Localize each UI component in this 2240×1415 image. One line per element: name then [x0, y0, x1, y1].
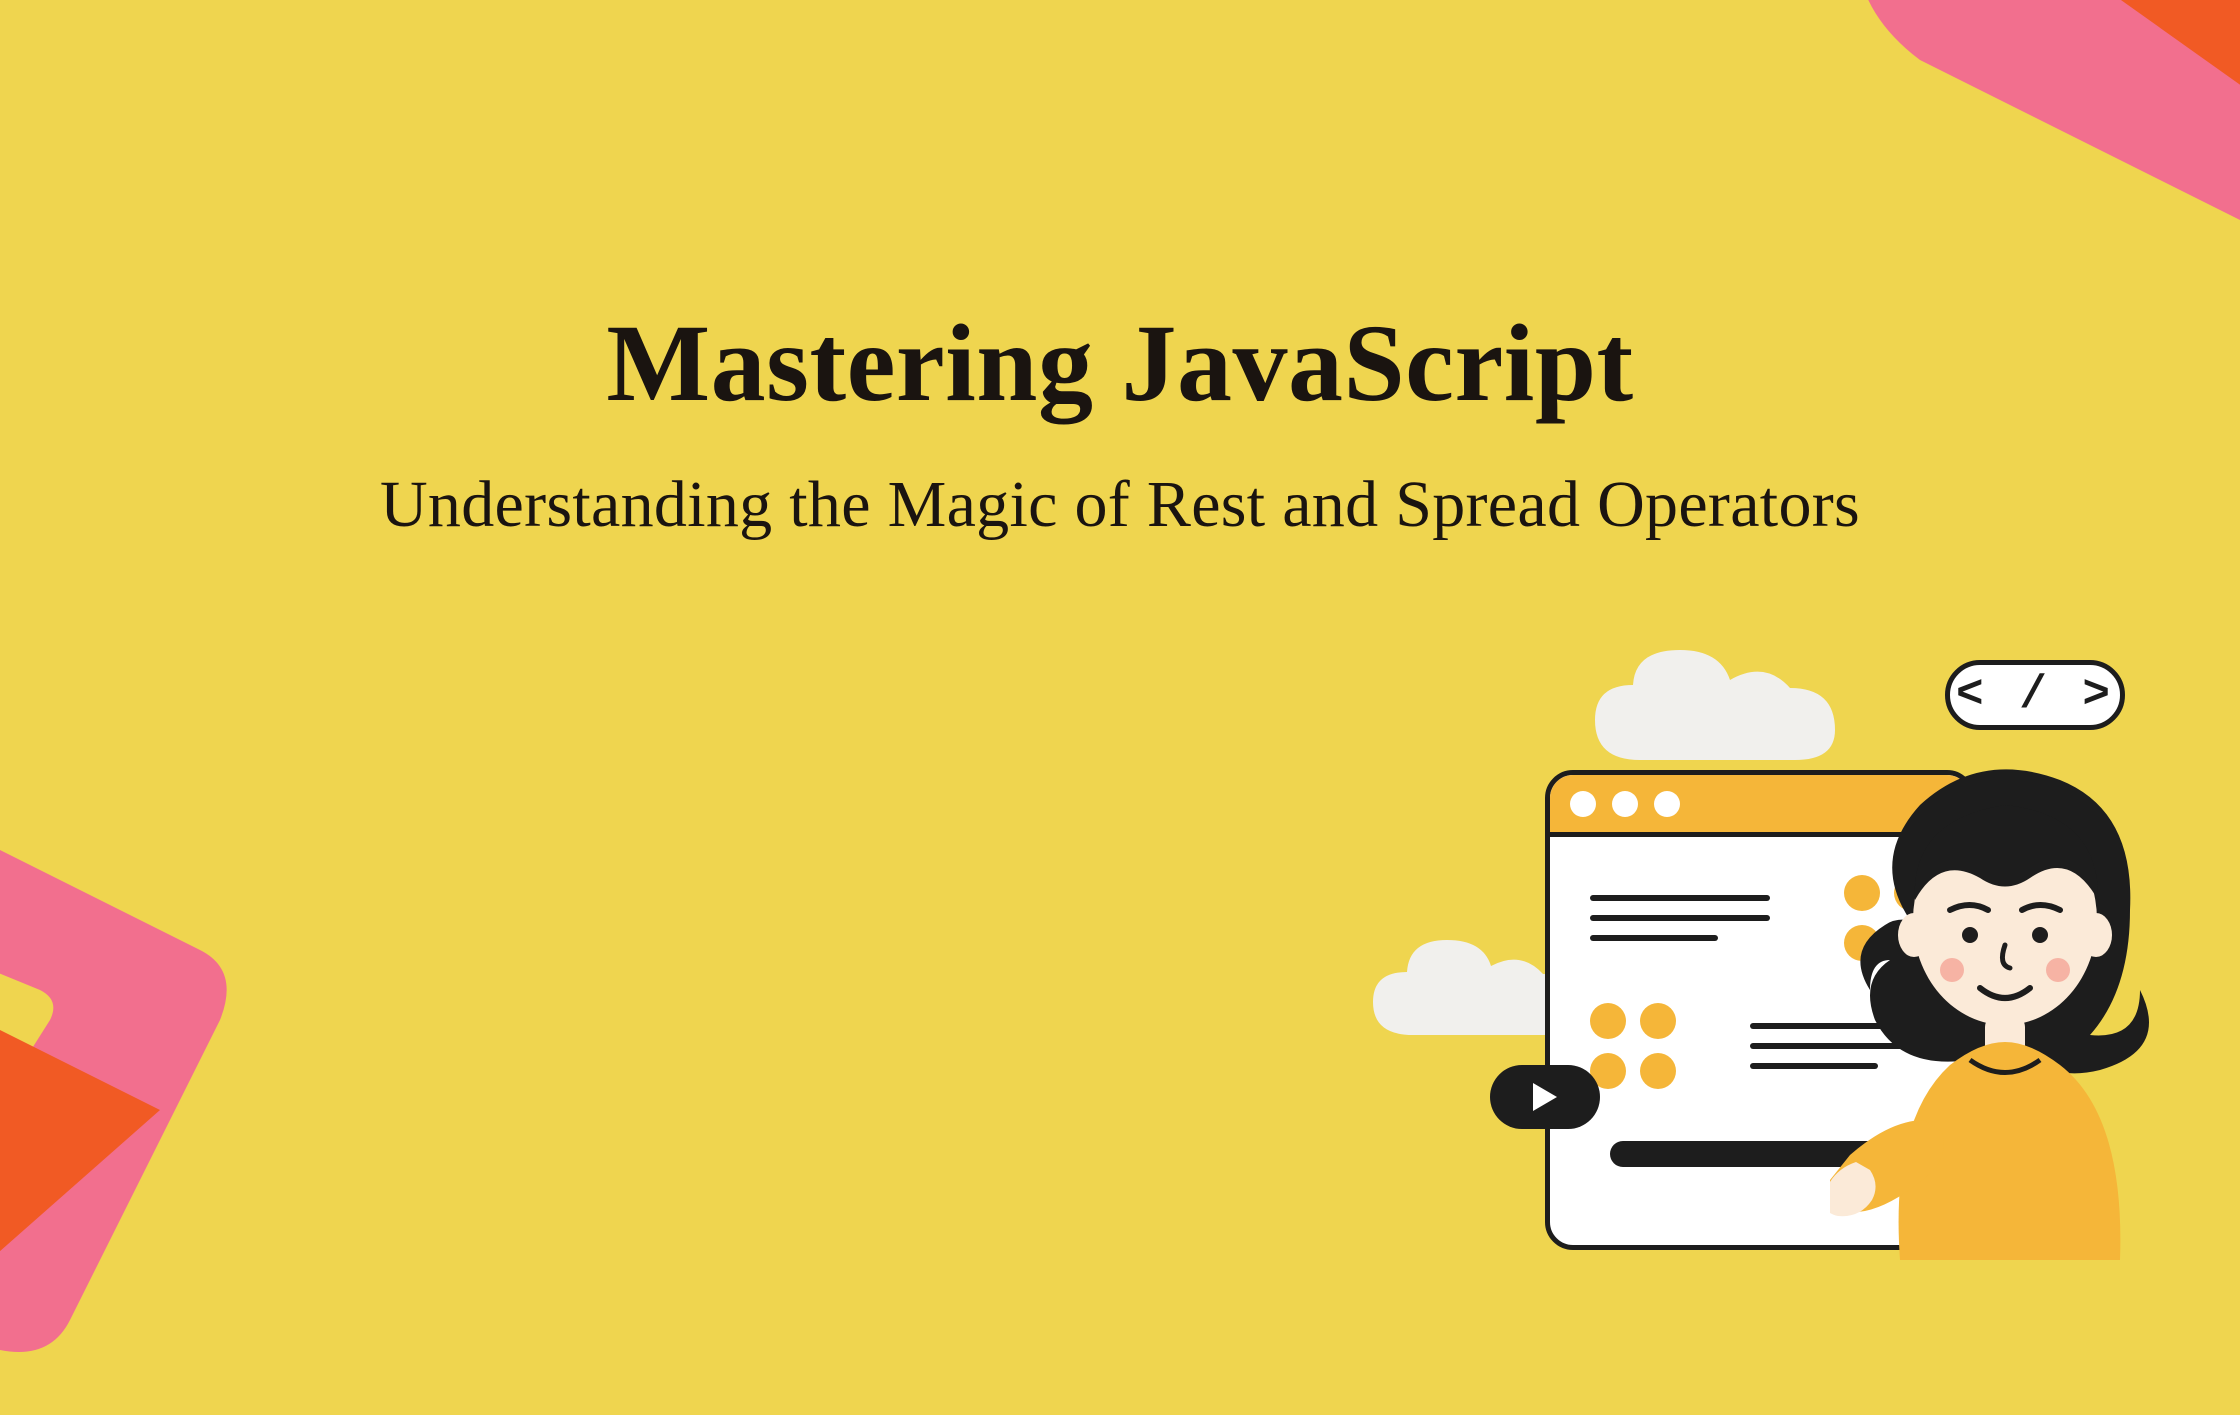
main-title: Mastering JavaScript [0, 300, 2240, 427]
window-control-dot [1654, 791, 1680, 817]
play-icon [1531, 1081, 1559, 1113]
window-control-dot [1612, 791, 1638, 817]
code-badge: < / > [1945, 660, 2125, 730]
window-control-dot [1570, 791, 1596, 817]
ear [1898, 913, 1930, 957]
cloud-icon [1585, 640, 1845, 780]
play-badge [1490, 1065, 1600, 1129]
blush [2046, 958, 2070, 982]
title-block: Mastering JavaScript Understanding the M… [0, 300, 2240, 543]
grid-dot [1590, 1003, 1626, 1039]
eye [2032, 927, 2048, 943]
line [1590, 895, 1770, 901]
text-lines-placeholder [1590, 895, 1770, 941]
ear [2080, 913, 2112, 957]
grid-dot [1640, 1003, 1676, 1039]
corner-decoration-top-right [1660, 0, 2240, 300]
dot-grid [1590, 1003, 1676, 1089]
code-badge-text: < / > [1956, 669, 2114, 721]
illustration: < / > [1360, 620, 2180, 1260]
person-illustration [1830, 760, 2180, 1260]
sub-title: Understanding the Magic of Rest and Spre… [0, 467, 2240, 543]
grid-dot [1640, 1053, 1676, 1089]
line [1590, 915, 1770, 921]
eye [1962, 927, 1978, 943]
corner-decoration-bottom-left [0, 760, 470, 1410]
line [1590, 935, 1718, 941]
blush [1940, 958, 1964, 982]
